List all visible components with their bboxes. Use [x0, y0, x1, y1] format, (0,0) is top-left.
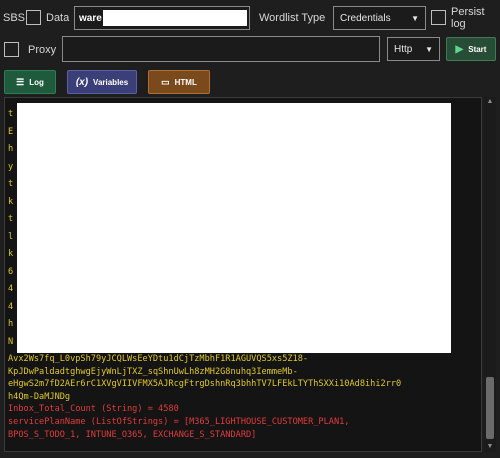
redacted-data: [103, 10, 247, 26]
data-label: Data: [46, 12, 70, 24]
start-button-label: Start: [468, 44, 487, 54]
log-line: eHgwS2m7fD2AEr6rC1XVgVIIVFMX5AJRcgFtrgDs…: [8, 379, 402, 390]
data-checkbox[interactable]: [26, 10, 41, 25]
proxy-type-value: Http: [394, 43, 413, 55]
sbs-label: SBS: [3, 12, 26, 24]
tab-variables[interactable]: (x) Variables: [67, 70, 137, 94]
log-line: Avx2Ws7fq_L0vpSh79yJCQLWsEeYDtu1dCjTzMbh…: [8, 354, 309, 364]
log-lines: Avx2Ws7fq_L0vpSh79yJCQLWsEeYDtu1dCjTzMbh…: [5, 353, 481, 441]
tab-html[interactable]: ▭ HTML: [148, 70, 210, 94]
proxy-toolbar: Proxy Http ▼ ▶ Start: [0, 36, 500, 64]
redacted-log-region: [17, 103, 451, 353]
scroll-up-icon[interactable]: ▲: [484, 97, 496, 107]
wordlist-type-label: Wordlist Type: [259, 12, 326, 24]
wordlist-type-select[interactable]: Credentials ▼: [333, 6, 426, 30]
tab-log-label: Log: [29, 77, 44, 87]
proxy-type-select[interactable]: Http ▼: [387, 37, 440, 61]
log-scrollbar[interactable]: ▲ ▼: [484, 97, 496, 452]
code-icon: ▭: [161, 76, 170, 87]
tab-html-label: HTML: [174, 77, 197, 87]
list-icon: ☰: [16, 76, 25, 87]
log-line: KpJDwPaldadtghwgEjyWnLjTXZ_sqShnUwLh8zMH…: [8, 366, 298, 377]
proxy-input[interactable]: [62, 36, 380, 62]
log-line: Inbox_Total_Count (String) = 4580: [8, 404, 179, 415]
start-button[interactable]: ▶ Start: [446, 37, 496, 61]
log-output[interactable]: tEhytktlk644hN Avx2Ws7fq_L0vpSh79yJCQLWs…: [4, 97, 482, 452]
persist-log-label: Persist log: [451, 6, 485, 30]
data-input-value: ware: [79, 12, 102, 24]
proxy-checkbox[interactable]: [4, 42, 19, 57]
wordlist-type-value: Credentials: [340, 12, 391, 24]
log-line: h4Qm-DaMJNDg: [8, 391, 71, 402]
proxy-label: Proxy: [28, 44, 57, 56]
view-tabs: ☰ Log (x) Variables ▭ HTML: [0, 68, 500, 96]
scroll-thumb[interactable]: [486, 377, 494, 439]
tab-variables-label: Variables: [93, 77, 129, 87]
chevron-down-icon: ▼: [425, 44, 433, 54]
data-input[interactable]: ware: [74, 6, 250, 30]
top-toolbar: SBS Data ware Wordlist Type Credentials …: [0, 6, 500, 30]
log-line: BPOS_S_TODO_1, INTUNE_O365, EXCHANGE_S_S…: [8, 429, 257, 440]
variable-icon: (x): [75, 76, 89, 88]
tab-log[interactable]: ☰ Log: [4, 70, 56, 94]
scroll-down-icon[interactable]: ▼: [484, 442, 496, 452]
persist-log-checkbox[interactable]: [431, 10, 446, 25]
log-line: servicePlanName (ListOfStrings) = [M365_…: [8, 416, 350, 427]
play-icon: ▶: [455, 43, 464, 55]
chevron-down-icon: ▼: [411, 13, 419, 23]
